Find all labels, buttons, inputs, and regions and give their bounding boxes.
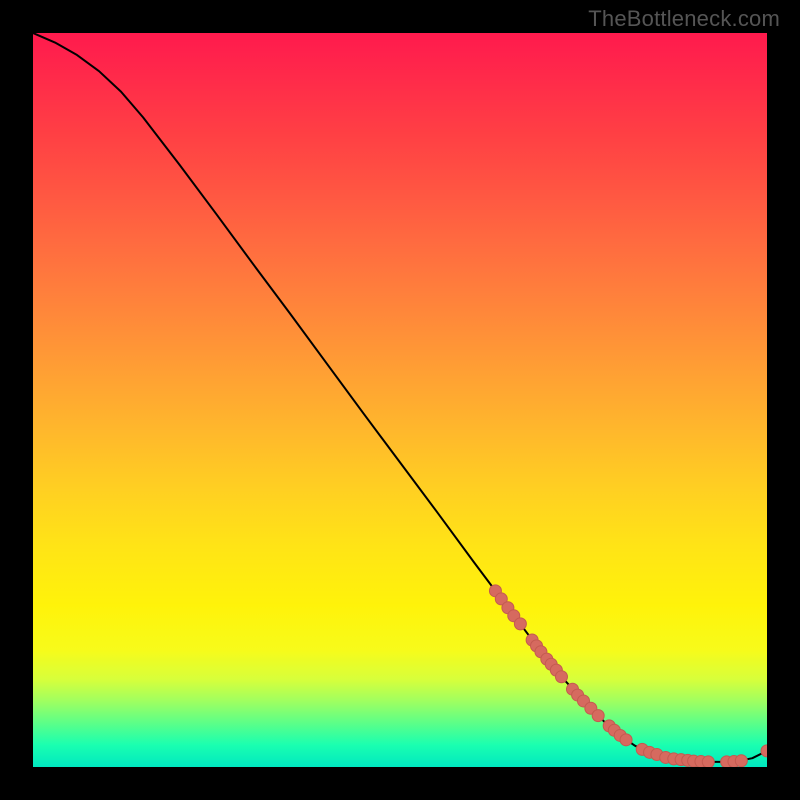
chart-svg — [33, 33, 767, 767]
data-marker — [735, 755, 747, 767]
curve-line — [33, 33, 767, 762]
data-marker — [514, 618, 526, 630]
plot-area — [33, 33, 767, 767]
data-marker — [555, 671, 567, 683]
data-marker — [761, 745, 767, 757]
watermark-text: TheBottleneck.com — [588, 6, 780, 32]
data-marker — [620, 734, 632, 746]
curve-markers — [489, 585, 767, 767]
data-marker — [592, 710, 604, 722]
chart-stage: TheBottleneck.com — [0, 0, 800, 800]
data-marker — [702, 756, 714, 767]
